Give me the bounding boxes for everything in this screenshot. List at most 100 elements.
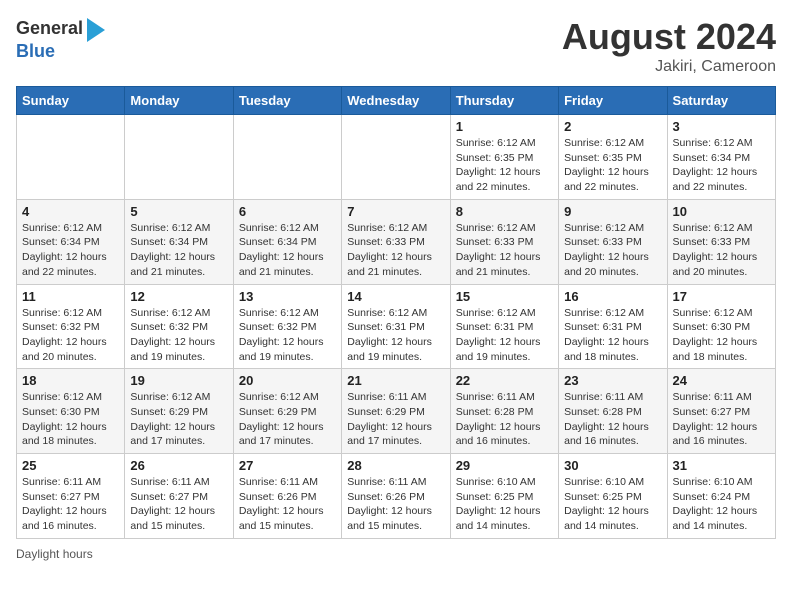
day-number: 30 (564, 458, 661, 473)
calendar-week-2: 4 Sunrise: 6:12 AM Sunset: 6:34 PM Daylig… (17, 199, 776, 284)
day-info: Sunrise: 6:11 AM Sunset: 6:27 PM Dayligh… (22, 475, 119, 534)
day-info: Sunrise: 6:11 AM Sunset: 6:27 PM Dayligh… (130, 475, 227, 534)
day-info: Sunrise: 6:11 AM Sunset: 6:29 PM Dayligh… (347, 390, 444, 449)
day-number: 16 (564, 289, 661, 304)
calendar-cell: 4Sunrise: 6:12 AM Sunset: 6:34 PM Daylig… (17, 199, 125, 284)
day-number: 15 (456, 289, 553, 304)
calendar-cell: 31 Sunrise: 6:10 AM Sunset: 6:24 PM Dayli… (667, 454, 775, 539)
day-number: 5 (130, 204, 227, 219)
calendar-cell: 18Sunrise: 6:12 AM Sunset: 6:30 PM Dayli… (17, 369, 125, 454)
calendar-cell: 12 Sunrise: 6:12 AM Sunset: 6:32 PM Dayli… (125, 284, 233, 369)
calendar-cell: 8 Sunrise: 6:12 AM Sunset: 6:33 PM Daylig… (450, 199, 558, 284)
calendar-header-row: SundayMondayTuesdayWednesdayThursdayFrid… (17, 87, 776, 115)
day-info: Sunrise: 6:12 AM Sunset: 6:33 PM Dayligh… (456, 221, 553, 280)
calendar-cell (125, 115, 233, 200)
title-block: August 2024 Jakiri, Cameroon (562, 16, 776, 76)
day-info: Sunrise: 6:12 AM Sunset: 6:33 PM Dayligh… (347, 221, 444, 280)
calendar-table: SundayMondayTuesdayWednesdayThursdayFrid… (16, 86, 776, 539)
day-number: 1 (456, 119, 553, 134)
calendar-cell: 5 Sunrise: 6:12 AM Sunset: 6:34 PM Daylig… (125, 199, 233, 284)
day-number: 13 (239, 289, 336, 304)
calendar-cell: 9 Sunrise: 6:12 AM Sunset: 6:33 PM Daylig… (559, 199, 667, 284)
calendar-cell: 24Sunrise: 6:11 AM Sunset: 6:27 PM Dayli… (667, 369, 775, 454)
day-number: 17 (673, 289, 770, 304)
calendar-cell: 2 Sunrise: 6:12 AM Sunset: 6:35 PM Daylig… (559, 115, 667, 200)
day-number: 6 (239, 204, 336, 219)
calendar-cell: 15 Sunrise: 6:12 AM Sunset: 6:31 PM Dayli… (450, 284, 558, 369)
day-info: Sunrise: 6:12 AM Sunset: 6:35 PM Dayligh… (456, 136, 553, 195)
weekday-header-wednesday: Wednesday (342, 87, 450, 115)
day-number: 9 (564, 204, 661, 219)
calendar-cell (233, 115, 341, 200)
location-subtitle: Jakiri, Cameroon (562, 58, 776, 76)
day-info: Sunrise: 6:12 AM Sunset: 6:31 PM Dayligh… (456, 306, 553, 365)
day-number: 23 (564, 373, 661, 388)
day-number: 4 (22, 204, 119, 219)
day-info: Sunrise: 6:12 AM Sunset: 6:34 PM Dayligh… (130, 221, 227, 280)
day-number: 31 (673, 458, 770, 473)
day-number: 10 (673, 204, 770, 219)
logo: General Blue (16, 16, 105, 62)
calendar-cell (342, 115, 450, 200)
day-number: 22 (456, 373, 553, 388)
calendar-cell (17, 115, 125, 200)
day-number: 28 (347, 458, 444, 473)
day-info: Sunrise: 6:12 AM Sunset: 6:35 PM Dayligh… (564, 136, 661, 195)
day-info: Sunrise: 6:12 AM Sunset: 6:34 PM Dayligh… (673, 136, 770, 195)
logo-general: General (16, 19, 83, 39)
weekday-header-tuesday: Tuesday (233, 87, 341, 115)
day-info: Sunrise: 6:11 AM Sunset: 6:26 PM Dayligh… (347, 475, 444, 534)
calendar-cell: 11 Sunrise: 6:12 AM Sunset: 6:32 PM Dayli… (17, 284, 125, 369)
day-number: 14 (347, 289, 444, 304)
calendar-cell: 28 Sunrise: 6:11 AM Sunset: 6:26 PM Dayli… (342, 454, 450, 539)
day-info: Sunrise: 6:11 AM Sunset: 6:28 PM Dayligh… (456, 390, 553, 449)
day-number: 11 (22, 289, 119, 304)
day-info: Sunrise: 6:12 AM Sunset: 6:32 PM Dayligh… (239, 306, 336, 365)
day-info: Sunrise: 6:12 AM Sunset: 6:33 PM Dayligh… (564, 221, 661, 280)
calendar-cell: 22 Sunrise: 6:11 AM Sunset: 6:28 PM Dayli… (450, 369, 558, 454)
logo-blue: Blue (16, 42, 105, 62)
weekday-header-sunday: Sunday (17, 87, 125, 115)
day-info: Sunrise: 6:12 AM Sunset: 6:31 PM Dayligh… (564, 306, 661, 365)
day-number: 27 (239, 458, 336, 473)
calendar-cell: 19Sunrise: 6:12 AM Sunset: 6:29 PM Dayli… (125, 369, 233, 454)
day-info: Sunrise: 6:12 AM Sunset: 6:30 PM Dayligh… (22, 390, 119, 449)
calendar-cell: 27 Sunrise: 6:11 AM Sunset: 6:26 PM Dayli… (233, 454, 341, 539)
weekday-header-saturday: Saturday (667, 87, 775, 115)
day-info: Sunrise: 6:12 AM Sunset: 6:33 PM Dayligh… (673, 221, 770, 280)
weekday-header-friday: Friday (559, 87, 667, 115)
day-number: 8 (456, 204, 553, 219)
calendar-cell: 17 Sunrise: 6:12 AM Sunset: 6:30 PM Dayli… (667, 284, 775, 369)
calendar-week-1: 1 Sunrise: 6:12 AM Sunset: 6:35 PM Daylig… (17, 115, 776, 200)
calendar-cell: 23 Sunrise: 6:11 AM Sunset: 6:28 PM Dayli… (559, 369, 667, 454)
calendar-week-5: 25Sunrise: 6:11 AM Sunset: 6:27 PM Dayli… (17, 454, 776, 539)
day-number: 7 (347, 204, 444, 219)
day-info: Sunrise: 6:11 AM Sunset: 6:27 PM Dayligh… (673, 390, 770, 449)
calendar-cell: 6 Sunrise: 6:12 AM Sunset: 6:34 PM Daylig… (233, 199, 341, 284)
calendar-cell: 14 Sunrise: 6:12 AM Sunset: 6:31 PM Dayli… (342, 284, 450, 369)
day-number: 26 (130, 458, 227, 473)
day-info: Sunrise: 6:10 AM Sunset: 6:24 PM Dayligh… (673, 475, 770, 534)
calendar-cell: 10 Sunrise: 6:12 AM Sunset: 6:33 PM Dayli… (667, 199, 775, 284)
day-info: Sunrise: 6:12 AM Sunset: 6:32 PM Dayligh… (22, 306, 119, 365)
day-info: Sunrise: 6:11 AM Sunset: 6:28 PM Dayligh… (564, 390, 661, 449)
day-number: 19 (130, 373, 227, 388)
day-info: Sunrise: 6:11 AM Sunset: 6:26 PM Dayligh… (239, 475, 336, 534)
calendar-cell: 16 Sunrise: 6:12 AM Sunset: 6:31 PM Dayli… (559, 284, 667, 369)
calendar-cell: 29Sunrise: 6:10 AM Sunset: 6:25 PM Dayli… (450, 454, 558, 539)
calendar-cell: 30 Sunrise: 6:10 AM Sunset: 6:25 PM Dayli… (559, 454, 667, 539)
legend: Daylight hours (16, 547, 776, 561)
day-number: 12 (130, 289, 227, 304)
day-info: Sunrise: 6:12 AM Sunset: 6:31 PM Dayligh… (347, 306, 444, 365)
calendar-cell: 25Sunrise: 6:11 AM Sunset: 6:27 PM Dayli… (17, 454, 125, 539)
day-info: Sunrise: 6:12 AM Sunset: 6:30 PM Dayligh… (673, 306, 770, 365)
day-info: Sunrise: 6:10 AM Sunset: 6:25 PM Dayligh… (564, 475, 661, 534)
calendar-cell: 1 Sunrise: 6:12 AM Sunset: 6:35 PM Daylig… (450, 115, 558, 200)
day-number: 2 (564, 119, 661, 134)
calendar-cell: 3Sunrise: 6:12 AM Sunset: 6:34 PM Daylig… (667, 115, 775, 200)
page-header: General Blue August 2024 Jakiri, Cameroo… (16, 16, 776, 76)
day-info: Sunrise: 6:12 AM Sunset: 6:34 PM Dayligh… (239, 221, 336, 280)
daylight-label: Daylight hours (16, 547, 93, 561)
day-info: Sunrise: 6:12 AM Sunset: 6:32 PM Dayligh… (130, 306, 227, 365)
day-number: 29 (456, 458, 553, 473)
